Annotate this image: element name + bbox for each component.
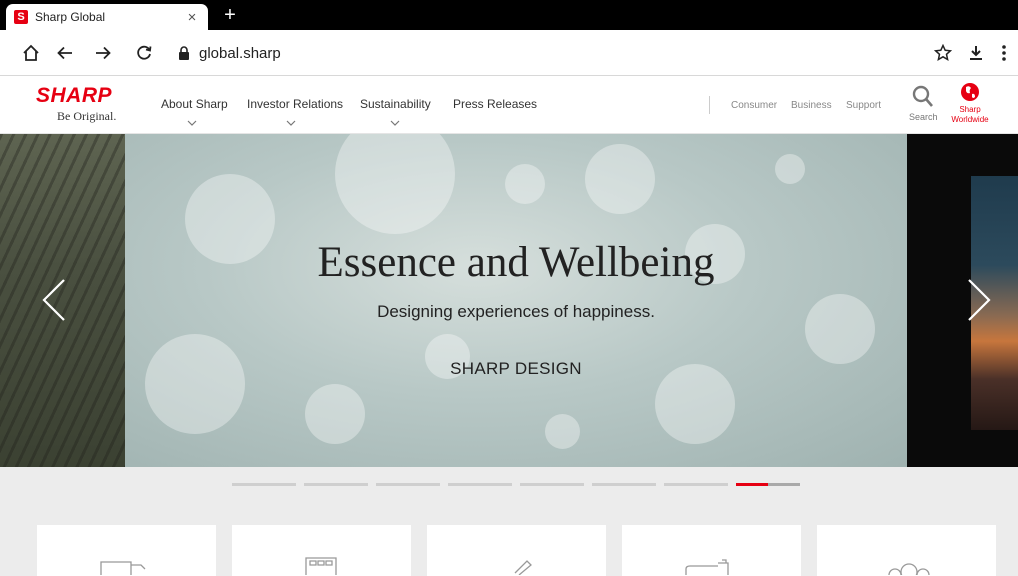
browser-menu-button[interactable] — [994, 39, 1014, 67]
hero-title: Essence and Wellbeing — [317, 239, 715, 286]
chevron-down-icon — [187, 120, 197, 126]
nav-about-sharp[interactable]: About Sharp — [161, 97, 228, 111]
bokeh-decoration — [775, 154, 805, 184]
browser-tab-strip: S Sharp Global × + — [0, 0, 1018, 30]
search-label[interactable]: Search — [909, 112, 938, 122]
worldwide-label-line1: Sharp — [959, 105, 981, 114]
bokeh-decoration — [505, 164, 545, 204]
bokeh-decoration — [145, 334, 245, 434]
browser-toolbar: global.sharp — [0, 30, 1018, 76]
content-section — [0, 467, 1018, 576]
site-header: SHARP Be Original. About Sharp Investor … — [0, 77, 1018, 134]
logo-wordmark: SHARP — [36, 84, 113, 107]
pager-segment[interactable] — [664, 483, 728, 486]
hero-carousel: Essence and Wellbeing Designing experien… — [0, 134, 1018, 467]
reload-button[interactable] — [130, 39, 158, 67]
pager-segment[interactable] — [232, 483, 296, 486]
forward-arrow-icon — [96, 46, 111, 60]
download-button[interactable] — [962, 39, 990, 67]
new-tab-button[interactable]: + — [220, 3, 240, 27]
more-vert-icon — [1002, 45, 1006, 61]
nav-investor-relations[interactable]: Investor Relations — [247, 97, 343, 111]
util-link-consumer[interactable]: Consumer — [731, 100, 777, 111]
util-link-business[interactable]: Business — [791, 100, 832, 111]
people-icon — [888, 563, 930, 575]
building-icon — [305, 557, 337, 575]
bokeh-decoration — [305, 384, 365, 444]
address-bar-url[interactable]: global.sharp — [199, 45, 281, 62]
category-tile[interactable] — [232, 525, 411, 576]
bookmark-star-button[interactable] — [929, 39, 957, 67]
carousel-pager — [232, 483, 800, 486]
hero-link-sharp-design[interactable]: SHARP DESIGN — [125, 359, 907, 379]
util-link-support[interactable]: Support — [846, 100, 881, 111]
category-tile[interactable] — [622, 525, 801, 576]
browser-tab-sharp-global[interactable]: S Sharp Global × — [6, 4, 208, 30]
forward-button[interactable] — [89, 39, 117, 67]
category-tile[interactable] — [817, 525, 996, 576]
pager-segment[interactable] — [376, 483, 440, 486]
bokeh-decoration — [545, 414, 580, 449]
chevron-down-icon — [286, 120, 296, 126]
category-tile[interactable] — [37, 525, 216, 576]
bokeh-decoration — [585, 144, 655, 214]
hero-slide[interactable]: Essence and Wellbeing Designing experien… — [125, 134, 907, 467]
pager-segment[interactable] — [520, 483, 584, 486]
bokeh-decoration — [335, 134, 455, 234]
device-icon — [685, 559, 729, 575]
back-arrow-icon — [57, 46, 72, 60]
next-slide-arrow-icon[interactable] — [963, 278, 993, 322]
header-divider — [709, 96, 710, 114]
back-button[interactable] — [51, 39, 79, 67]
worldwide-label-line2: Worldwide — [951, 115, 989, 124]
pager-segment-active[interactable] — [736, 483, 800, 486]
tab-title: Sharp Global — [35, 10, 106, 24]
nav-press-releases[interactable]: Press Releases — [453, 97, 537, 111]
category-tile[interactable] — [427, 525, 606, 576]
pencil-icon — [514, 560, 532, 575]
star-icon — [934, 44, 952, 62]
lock-icon — [179, 46, 189, 60]
download-icon — [970, 46, 982, 60]
globe-icon[interactable] — [960, 82, 980, 102]
hero-subtitle: Designing experiences of happiness. — [377, 302, 655, 321]
truck-icon — [100, 561, 146, 575]
pager-segment[interactable] — [448, 483, 512, 486]
reload-icon — [137, 45, 152, 60]
previous-slide-arrow-icon[interactable] — [40, 278, 70, 322]
search-icon[interactable] — [912, 85, 934, 109]
chevron-down-icon — [390, 120, 400, 126]
home-icon — [23, 44, 39, 61]
home-button[interactable] — [17, 39, 45, 67]
pager-segment[interactable] — [304, 483, 368, 486]
pager-segment[interactable] — [592, 483, 656, 486]
nav-sustainability[interactable]: Sustainability — [360, 97, 431, 111]
sharp-logo[interactable]: SHARP Be Original. — [36, 85, 146, 124]
sharp-favicon-icon: S — [14, 10, 28, 24]
logo-tagline: Be Original. — [57, 109, 117, 123]
sharp-worldwide-link[interactable]: Sharp Worldwide — [950, 105, 990, 125]
tab-close-icon[interactable]: × — [184, 9, 200, 26]
